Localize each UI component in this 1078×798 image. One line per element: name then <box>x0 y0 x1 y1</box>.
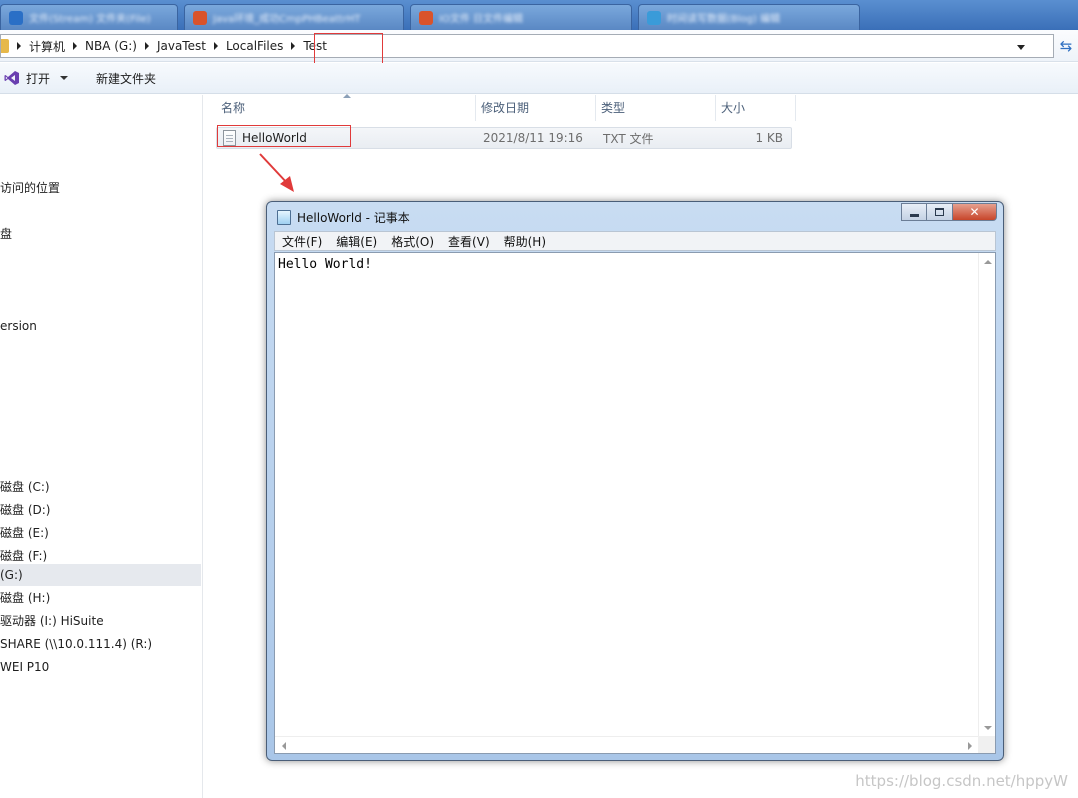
chevron-down-icon[interactable] <box>60 76 69 80</box>
annotation-highlight-box <box>314 33 383 64</box>
notepad-icon <box>277 209 291 225</box>
maximize-button[interactable] <box>927 203 953 221</box>
app-icon <box>9 10 23 25</box>
breadcrumb-javatest[interactable]: JavaTest <box>157 39 206 53</box>
vertical-scrollbar[interactable] <box>978 253 995 737</box>
column-date-label: 修改日期 <box>481 101 530 115</box>
close-button[interactable]: ✕ <box>953 203 997 221</box>
nav-item-drive-e[interactable]: 磁盘 (E:) <box>0 522 49 544</box>
refresh-icon[interactable]: ⇆ <box>1056 35 1076 57</box>
address-dropdown-icon[interactable] <box>1017 45 1025 50</box>
scroll-up-icon[interactable] <box>984 260 992 264</box>
chevron-right-icon[interactable] <box>291 42 296 50</box>
breadcrumb: 计算机 NBA (G:) JavaTest LocalFiles Test <box>9 35 335 57</box>
nav-item-drive-g[interactable]: (G:) <box>0 564 201 586</box>
tab-java[interactable]: Java环境_成功CmpPHBeattrHT <box>184 4 404 30</box>
minimize-icon <box>909 213 919 217</box>
tab-label: 时间读写数据(Blog) 编辑 <box>667 14 781 25</box>
page-icon <box>647 10 661 25</box>
notepad-text-area[interactable]: Hello World! <box>274 252 996 754</box>
column-name[interactable]: 名称 <box>216 94 476 121</box>
tab-blog[interactable]: 时间读写数据(Blog) 编辑 <box>638 4 860 30</box>
folder-icon <box>1 39 9 53</box>
column-type-label: 类型 <box>601 101 626 115</box>
menu-edit[interactable]: 编辑(E) <box>329 233 384 250</box>
breadcrumb-nba-drive[interactable]: NBA (G:) <box>85 39 137 53</box>
notepad-content: Hello World! <box>278 257 372 272</box>
column-type[interactable]: 类型 <box>596 95 716 121</box>
notepad-title-bar: HelloWorld - 记事本 <box>277 208 410 226</box>
visual-studio-icon <box>4 71 19 85</box>
watermark: https://blog.csdn.net/hppyW <box>855 772 1068 790</box>
tab-label: IO文件 日文件编辑 <box>439 14 523 25</box>
nav-item-drive-r[interactable]: SHARE (\\10.0.111.4) (R:) <box>0 633 152 655</box>
notepad-window: HelloWorld - 记事本 ✕ 文件(F) 编辑(E) 格式(O) 查看(… <box>266 201 1004 761</box>
csdn-icon <box>193 10 207 25</box>
chevron-right-icon[interactable] <box>213 42 218 50</box>
breadcrumb-localfiles[interactable]: LocalFiles <box>226 39 283 53</box>
address-bar: 计算机 NBA (G:) JavaTest LocalFiles Test ⇆ <box>0 30 1078 64</box>
new-folder-label: 新建文件夹 <box>96 71 157 86</box>
file-type: TXT 文件 <box>603 131 654 146</box>
chevron-right-icon[interactable] <box>17 42 21 50</box>
nav-item-disk[interactable]: 盘 <box>0 223 12 245</box>
notepad-menubar: 文件(F) 编辑(E) 格式(O) 查看(V) 帮助(H) <box>274 231 996 251</box>
column-size[interactable]: 大小 <box>716 95 796 121</box>
scroll-down-icon[interactable] <box>984 726 992 730</box>
chevron-right-icon[interactable] <box>73 42 78 50</box>
tab-label: Java环境_成功CmpPHBeattrHT <box>213 14 361 25</box>
open-button[interactable]: 打开 <box>0 63 80 93</box>
file-size: 1 KB <box>755 131 783 145</box>
nav-item-drive-d[interactable]: 磁盘 (D:) <box>0 499 50 521</box>
tab-stream[interactable]: 文件(Stream) 文件夹(File) <box>0 4 178 30</box>
tab-io[interactable]: IO文件 日文件编辑 <box>410 4 632 30</box>
column-date[interactable]: 修改日期 <box>476 95 596 121</box>
horizontal-scrollbar[interactable] <box>275 736 979 753</box>
annotation-highlight-box <box>217 125 351 147</box>
new-folder-button[interactable]: 新建文件夹 <box>80 63 168 93</box>
notepad-title: HelloWorld - 记事本 <box>297 210 410 225</box>
minimize-button[interactable] <box>901 203 927 221</box>
sort-ascending-icon <box>343 94 351 98</box>
scroll-right-icon[interactable] <box>968 742 972 750</box>
column-name-label: 名称 <box>221 101 246 115</box>
nav-item-version[interactable]: ersion <box>0 315 37 337</box>
address-field[interactable]: 计算机 NBA (G:) JavaTest LocalFiles Test <box>0 34 1054 58</box>
nav-item-drive-h[interactable]: 磁盘 (H:) <box>0 587 50 609</box>
annotation-arrow-icon <box>259 153 294 192</box>
file-date: 2021/8/11 19:16 <box>483 131 583 145</box>
resize-grip-icon[interactable] <box>978 736 995 753</box>
window-controls: ✕ <box>901 203 997 221</box>
nav-item-drive-i[interactable]: 驱动器 (I:) HiSuite <box>0 610 104 632</box>
chevron-right-icon[interactable] <box>144 42 149 50</box>
nav-item-recent-places[interactable]: 访问的位置 <box>0 177 60 199</box>
nav-item-huawei-p10[interactable]: WEI P10 <box>0 656 49 678</box>
scroll-left-icon[interactable] <box>282 742 286 750</box>
csdn-icon <box>419 10 433 25</box>
toolbar: 打开 新建文件夹 <box>0 63 1078 94</box>
menu-help[interactable]: 帮助(H) <box>497 233 553 250</box>
menu-file[interactable]: 文件(F) <box>275 233 329 250</box>
browser-tab-strip: 文件(Stream) 文件夹(File) Java环境_成功CmpPHBeatt… <box>0 0 1078 30</box>
breadcrumb-computer[interactable]: 计算机 <box>29 38 65 55</box>
menu-format[interactable]: 格式(O) <box>384 233 441 250</box>
navigation-pane: 访问的位置 盘 ersion 磁盘 (C:) 磁盘 (D:) 磁盘 (E:) 磁… <box>0 95 203 798</box>
maximize-icon <box>935 208 944 216</box>
column-header: 名称 修改日期 类型 大小 <box>216 94 796 121</box>
column-size-label: 大小 <box>721 101 746 115</box>
tab-label: 文件(Stream) 文件夹(File) <box>29 14 151 25</box>
nav-item-drive-c[interactable]: 磁盘 (C:) <box>0 476 50 498</box>
menu-view[interactable]: 查看(V) <box>441 233 497 250</box>
close-icon: ✕ <box>969 205 980 219</box>
open-label: 打开 <box>26 71 51 86</box>
